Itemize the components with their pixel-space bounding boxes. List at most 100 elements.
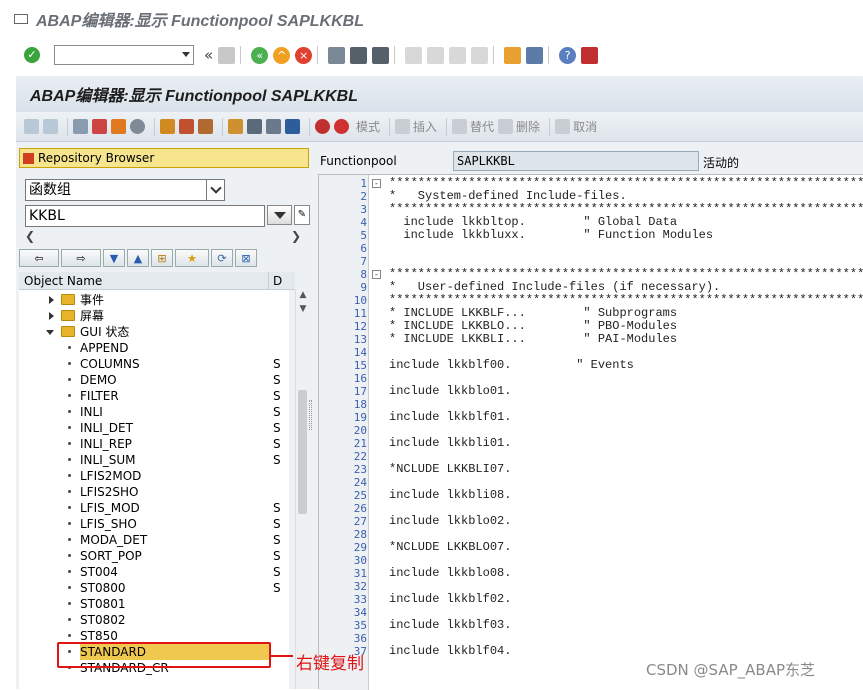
new-session-icon[interactable] bbox=[504, 46, 522, 64]
collapse-icon[interactable]: « bbox=[204, 46, 213, 64]
object-name-column[interactable]: Object Name bbox=[19, 271, 269, 290]
scroll-down-icon[interactable]: ▼ bbox=[296, 304, 310, 318]
collapse-subtree-icon[interactable]: ▲ bbox=[127, 249, 149, 267]
where-used-icon[interactable] bbox=[160, 118, 175, 136]
shortcut-icon[interactable] bbox=[526, 46, 544, 64]
tree-item[interactable]: INLI_REP S bbox=[19, 436, 289, 452]
scroll-left-icon[interactable]: ❮ bbox=[25, 229, 35, 243]
code-line[interactable]: include lkkblf01. bbox=[389, 411, 511, 424]
tree-item[interactable]: INLI_SUM S bbox=[19, 452, 289, 468]
enter-icon[interactable]: ✓ bbox=[24, 47, 40, 63]
tree-item[interactable]: LFIS2SHO bbox=[19, 484, 289, 500]
object-list-icon[interactable] bbox=[179, 118, 194, 136]
pattern-button[interactable]: 模式 bbox=[353, 118, 380, 136]
layout-menu-icon[interactable] bbox=[581, 46, 599, 64]
first-page-icon[interactable] bbox=[405, 46, 423, 64]
back-icon[interactable]: « bbox=[251, 46, 269, 64]
pretty-printer-icon[interactable] bbox=[266, 118, 281, 136]
next-object-button[interactable]: ⇨ bbox=[61, 249, 101, 267]
check-icon[interactable] bbox=[92, 118, 107, 136]
collapsed-arrow-icon[interactable] bbox=[49, 296, 54, 304]
tree-item[interactable]: ST0801 bbox=[19, 596, 289, 612]
display-change-icon[interactable] bbox=[73, 118, 88, 136]
activate-icon[interactable] bbox=[111, 118, 126, 136]
delete-button[interactable]: 删除 bbox=[498, 118, 540, 136]
help-icon[interactable]: ? bbox=[559, 46, 577, 64]
chevron-down-icon[interactable] bbox=[182, 52, 190, 57]
tree-folder-node[interactable]: 屏幕 bbox=[19, 308, 289, 324]
find-icon[interactable] bbox=[350, 46, 368, 64]
code-line[interactable]: include lkkbli08. bbox=[389, 489, 511, 502]
expand-subtree-icon[interactable]: ▼ bbox=[103, 249, 125, 267]
repository-browser-button[interactable]: Repository Browser bbox=[19, 148, 309, 168]
cancel-icon[interactable]: × bbox=[295, 46, 313, 64]
tree-item[interactable]: ST0802 bbox=[19, 612, 289, 628]
code-line[interactable]: *NCLUDE LKKBLI07. bbox=[389, 463, 511, 476]
previous-object-button[interactable]: ⇦ bbox=[19, 249, 59, 267]
scroll-thumb[interactable] bbox=[298, 390, 307, 514]
tree-item[interactable]: LFIS_MOD S bbox=[19, 500, 289, 516]
last-page-icon[interactable] bbox=[471, 46, 489, 64]
hierarchy-tree-icon[interactable]: ⊞ bbox=[151, 249, 173, 267]
fold-toggle-icon[interactable]: - bbox=[372, 270, 381, 279]
navigation-window-icon[interactable] bbox=[198, 118, 213, 136]
test-icon[interactable] bbox=[130, 118, 145, 136]
fold-toggle-icon[interactable]: - bbox=[372, 179, 381, 188]
object-type-select[interactable]: 函数组 bbox=[25, 179, 225, 201]
functionpool-field[interactable]: SAPLKKBL bbox=[453, 151, 699, 171]
tree-item[interactable]: DEMO S bbox=[19, 372, 289, 388]
save-icon[interactable] bbox=[218, 46, 236, 64]
exit-icon[interactable]: ^ bbox=[273, 46, 291, 64]
insert-button[interactable]: 插入 bbox=[395, 118, 437, 136]
object-name-dropdown-button[interactable] bbox=[267, 205, 292, 225]
code-line[interactable]: include lkkbli01. bbox=[389, 437, 511, 450]
code-line[interactable]: include lkkblo01. bbox=[389, 385, 511, 398]
collapsed-arrow-icon[interactable] bbox=[49, 312, 54, 320]
print-icon[interactable] bbox=[328, 46, 346, 64]
tree-item[interactable]: INLI S bbox=[19, 404, 289, 420]
code-line[interactable]: include lkkblo02. bbox=[389, 515, 511, 528]
code-line[interactable]: include lkkblo08. bbox=[389, 567, 511, 580]
tree-item[interactable]: SORT_POP S bbox=[19, 548, 289, 564]
back-arrow-icon[interactable] bbox=[24, 118, 39, 136]
tree-item[interactable]: FILTER S bbox=[19, 388, 289, 404]
code-line[interactable]: include lkkblf04. bbox=[389, 645, 511, 658]
tree-item[interactable]: COLUMNS S bbox=[19, 356, 289, 372]
tree-item[interactable]: INLI_DET S bbox=[19, 420, 289, 436]
scroll-right-icon[interactable]: ❯ bbox=[291, 229, 301, 243]
command-field[interactable] bbox=[54, 45, 194, 65]
next-page-icon[interactable] bbox=[449, 46, 467, 64]
code-line[interactable]: include lkkblf00. " Events bbox=[389, 359, 634, 372]
code-line[interactable]: * INCLUDE LKKBLI... " PAI-Modules bbox=[389, 333, 677, 346]
display-object-button[interactable]: ✎ bbox=[294, 205, 310, 225]
scroll-up-icon[interactable]: ▲ bbox=[296, 290, 310, 304]
info-icon[interactable] bbox=[285, 118, 300, 136]
stop-icon[interactable] bbox=[334, 118, 349, 136]
tree-item[interactable]: LFIS2MOD bbox=[19, 468, 289, 484]
chevron-down-icon[interactable] bbox=[206, 180, 224, 200]
find-next-icon[interactable] bbox=[372, 46, 390, 64]
tree-folder-node[interactable]: GUI 状态 bbox=[19, 324, 289, 340]
hierarchy-icon[interactable] bbox=[228, 118, 243, 136]
code-line[interactable]: include lkkblf02. bbox=[389, 593, 511, 606]
tree-item[interactable]: MODA_DET S bbox=[19, 532, 289, 548]
stack-icon[interactable] bbox=[247, 118, 262, 136]
debug-icon[interactable] bbox=[315, 118, 330, 136]
code-line[interactable]: *NCLUDE LKKBLO07. bbox=[389, 541, 511, 554]
favorites-icon[interactable]: ★ bbox=[175, 249, 209, 267]
previous-page-icon[interactable] bbox=[427, 46, 445, 64]
tree-vertical-scrollbar[interactable]: ▲ ▼ bbox=[295, 290, 309, 689]
close-browser-icon[interactable]: ⊠ bbox=[235, 249, 257, 267]
code-line[interactable]: include lkkbluxx. " Function Modules bbox=[389, 229, 713, 242]
tree-folder-node[interactable]: 事件 bbox=[19, 292, 289, 308]
forward-arrow-icon[interactable] bbox=[43, 118, 58, 136]
replace-button[interactable]: 替代 bbox=[452, 118, 494, 136]
code-line[interactable]: include lkkblf03. bbox=[389, 619, 511, 632]
description-column[interactable]: D bbox=[269, 274, 282, 288]
tree-item[interactable]: LFIS_SHO S bbox=[19, 516, 289, 532]
code-editor[interactable]: 1 2 3 4 5 6 7 8 9 10 11 12 13 14 15 16 17 18 19 20 21 22 23 24 2… bbox=[318, 174, 863, 690]
horizontal-scroll[interactable]: ❮ ❯ bbox=[25, 229, 301, 243]
tree-item[interactable]: ST0800 S bbox=[19, 580, 289, 596]
tree-item[interactable]: ST004 S bbox=[19, 564, 289, 580]
tree-item[interactable]: APPEND bbox=[19, 340, 289, 356]
